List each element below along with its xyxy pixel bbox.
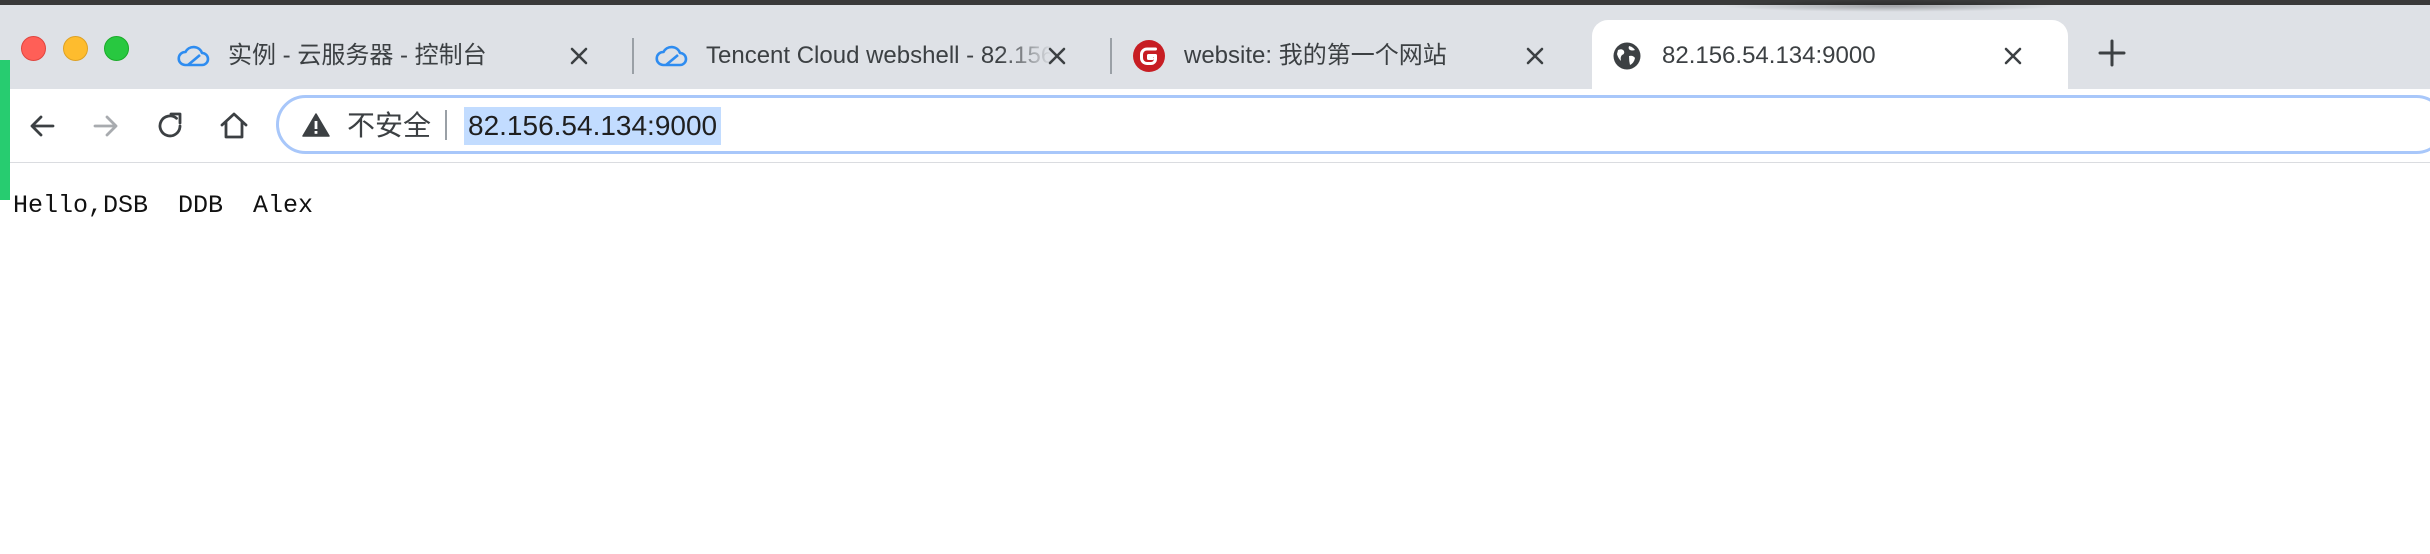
tab-cvm-console[interactable]: 实例 - 云服务器 - 控制台 <box>158 20 636 89</box>
home-button[interactable] <box>213 105 255 147</box>
new-tab-button[interactable] <box>2096 37 2128 69</box>
close-icon[interactable] <box>1999 42 2027 70</box>
gitee-icon <box>1132 39 1166 73</box>
window-close-button[interactable] <box>21 36 46 61</box>
browser-window: 实例 - 云服务器 - 控制台 Tencent Cloud webshell -… <box>0 0 2430 554</box>
window-minimize-button[interactable] <box>63 36 88 61</box>
arrow-right-icon <box>93 115 118 137</box>
tab-strip: 实例 - 云服务器 - 控制台 Tencent Cloud webshell -… <box>0 0 2430 89</box>
omnibox-divider <box>445 110 447 140</box>
tab-webshell[interactable]: Tencent Cloud webshell - 82.156.54.134 <box>636 20 1114 89</box>
tab-title: 实例 - 云服务器 - 控制台 <box>228 42 487 69</box>
close-icon[interactable] <box>1521 42 1549 70</box>
globe-icon <box>1610 39 1644 73</box>
navigation-toolbar: 不安全 82.156.54.134:9000 <box>0 89 2430 163</box>
window-shadow <box>1720 0 2060 12</box>
address-bar[interactable]: 不安全 82.156.54.134:9000 <box>276 95 2430 154</box>
tab-separator <box>632 38 634 74</box>
forward-button[interactable] <box>85 105 127 147</box>
tab-separator <box>1110 38 1112 74</box>
tab-title: website: 我的第一个网站 <box>1184 42 1447 69</box>
tencent-cloud-icon <box>654 39 688 73</box>
security-status-label[interactable]: 不安全 <box>347 109 431 143</box>
plus-icon <box>2098 39 2126 67</box>
back-button[interactable] <box>21 105 63 147</box>
page-content-text: Hello,DSB DDB Alex <box>13 191 314 220</box>
tab-title: 82.156.54.134:9000 <box>1662 42 1876 69</box>
window-maximize-button[interactable] <box>104 36 129 61</box>
reload-button[interactable] <box>149 105 191 147</box>
url-text[interactable]: 82.156.54.134:9000 <box>464 107 722 145</box>
tencent-cloud-icon <box>176 39 210 73</box>
window-top-edge <box>0 0 2430 5</box>
tab-title: Tencent Cloud webshell - 82.156.54.134 <box>706 42 1052 69</box>
close-icon[interactable] <box>1043 42 1071 70</box>
warning-triangle-icon[interactable] <box>302 112 330 138</box>
arrow-left-icon <box>30 115 55 137</box>
tab-local-server[interactable]: 82.156.54.134:9000 <box>1592 20 2068 89</box>
tab-gitee-website[interactable]: website: 我的第一个网站 <box>1114 20 1592 89</box>
close-icon[interactable] <box>565 42 593 70</box>
home-icon <box>220 112 248 139</box>
reload-icon <box>158 112 182 138</box>
window-accent-bar <box>0 60 10 200</box>
